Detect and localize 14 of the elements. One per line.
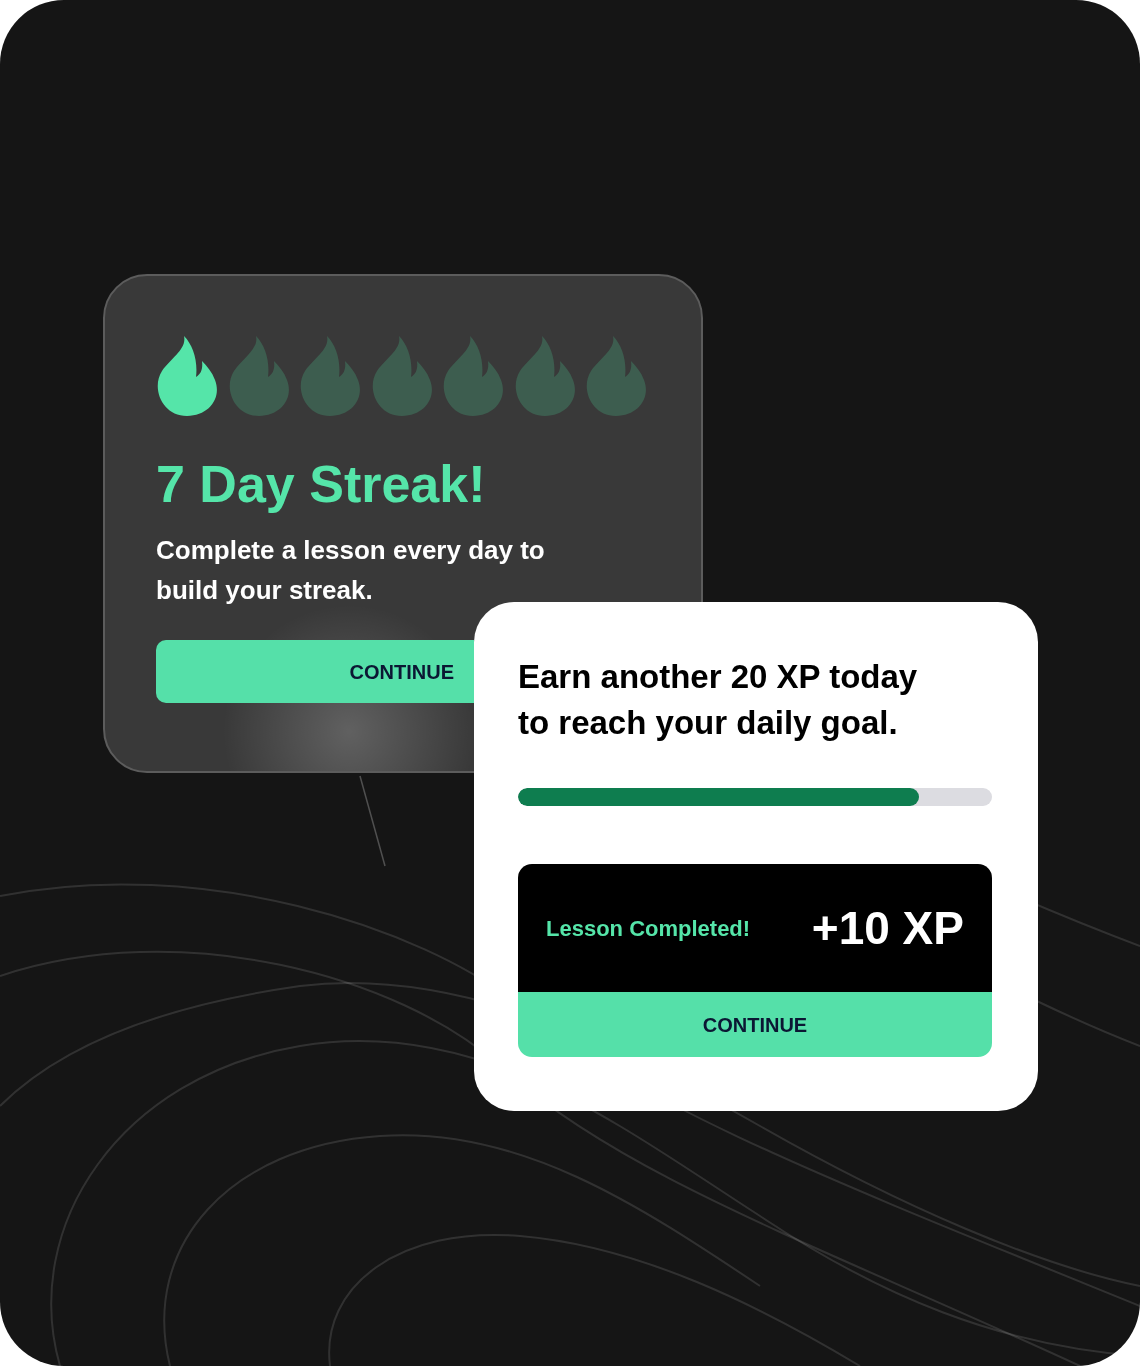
goal-message: Earn another 20 XP today to reach your daily goal. [518,657,919,743]
continue-button[interactable]: CONTINUE [156,640,474,703]
unlit-flame-icon [585,336,647,416]
unlit-flame-icon [442,336,504,416]
unlit-flame-icon [513,336,576,416]
continue-button[interactable]: CONTINUE [518,992,992,1057]
streak-title: 7 Day Streak! [156,454,486,515]
unlit-flame-icon [370,336,433,416]
unlit-flame-icon [227,336,290,416]
lit-flame-icon [156,336,218,416]
streak-message: Complete a lesson every day to build your streak. [156,534,546,607]
lesson-completed-label: Lesson Completed! [546,914,751,943]
xp-reward-amount: +10 XP [811,900,964,956]
unlit-flame-icon [299,336,361,416]
